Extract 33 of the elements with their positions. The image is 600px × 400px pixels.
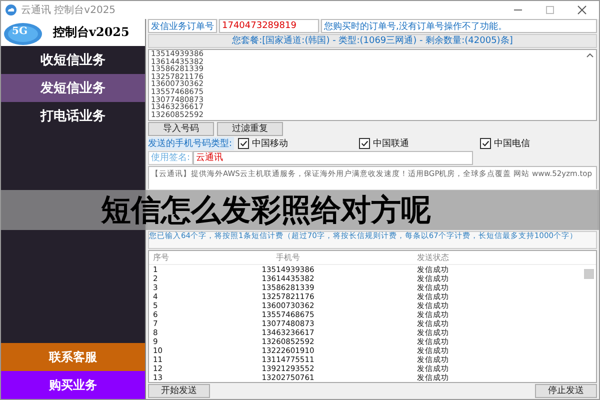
logo-title: 控制台v2025 <box>53 24 130 41</box>
carrier-checkbox[interactable] <box>359 138 370 149</box>
action-button[interactable]: 停止发送 <box>535 384 597 398</box>
sidebar-button[interactable]: 联系客服 <box>1 343 145 371</box>
sidebar-item[interactable]: 收短信业务 <box>1 46 145 74</box>
order-notice: 您购买时的订单号,没有订单号操作不了功能。 <box>321 19 597 33</box>
column-header: 序号 <box>152 252 170 264</box>
sidebar-item[interactable]: 打电话业务 <box>1 102 145 130</box>
sidebar-item[interactable]: 发短信业务 <box>1 74 145 102</box>
signature-label: 使用签名: <box>148 150 194 165</box>
sidebar-button[interactable]: 购买业务 <box>1 371 145 399</box>
carrier-type-label: 发送的手机号码类型: <box>148 136 234 150</box>
number-button[interactable]: 导入号码 <box>148 122 214 136</box>
carrier-label: 中国电信 <box>494 138 530 150</box>
signature-input[interactable]: 云通讯 <box>193 150 474 165</box>
window-title: 云通讯 控制台v2025 <box>21 4 116 17</box>
carrier-label: 中国联通 <box>373 138 410 150</box>
action-button[interactable]: 开始发送 <box>148 384 210 398</box>
carrier-label: 中国移动 <box>252 138 288 150</box>
order-input[interactable]: 1740473289819 <box>219 19 319 33</box>
close-icon[interactable] <box>577 5 587 15</box>
app-logo-icon <box>5 4 17 16</box>
overlay-title: 短信怎么发彩照给对方呢 <box>101 192 431 230</box>
order-label: 发信业务订单号 <box>148 19 217 33</box>
column-header: 手机号 <box>275 252 301 264</box>
scroll-up-icon[interactable] <box>586 52 594 58</box>
carrier-checkbox[interactable] <box>480 138 492 149</box>
column-header: 发送状态 <box>416 252 450 264</box>
number-button[interactable]: 过滤重复 <box>217 122 283 136</box>
logo-mark-text: 5G <box>12 26 28 37</box>
package-info: 您套餐:[国家通道:(韩国) - 类型:(1069三网通) - 剩余数量:(42005)条] <box>148 34 597 48</box>
carrier-checkbox[interactable] <box>238 138 250 149</box>
scrollbar[interactable] <box>584 269 594 280</box>
